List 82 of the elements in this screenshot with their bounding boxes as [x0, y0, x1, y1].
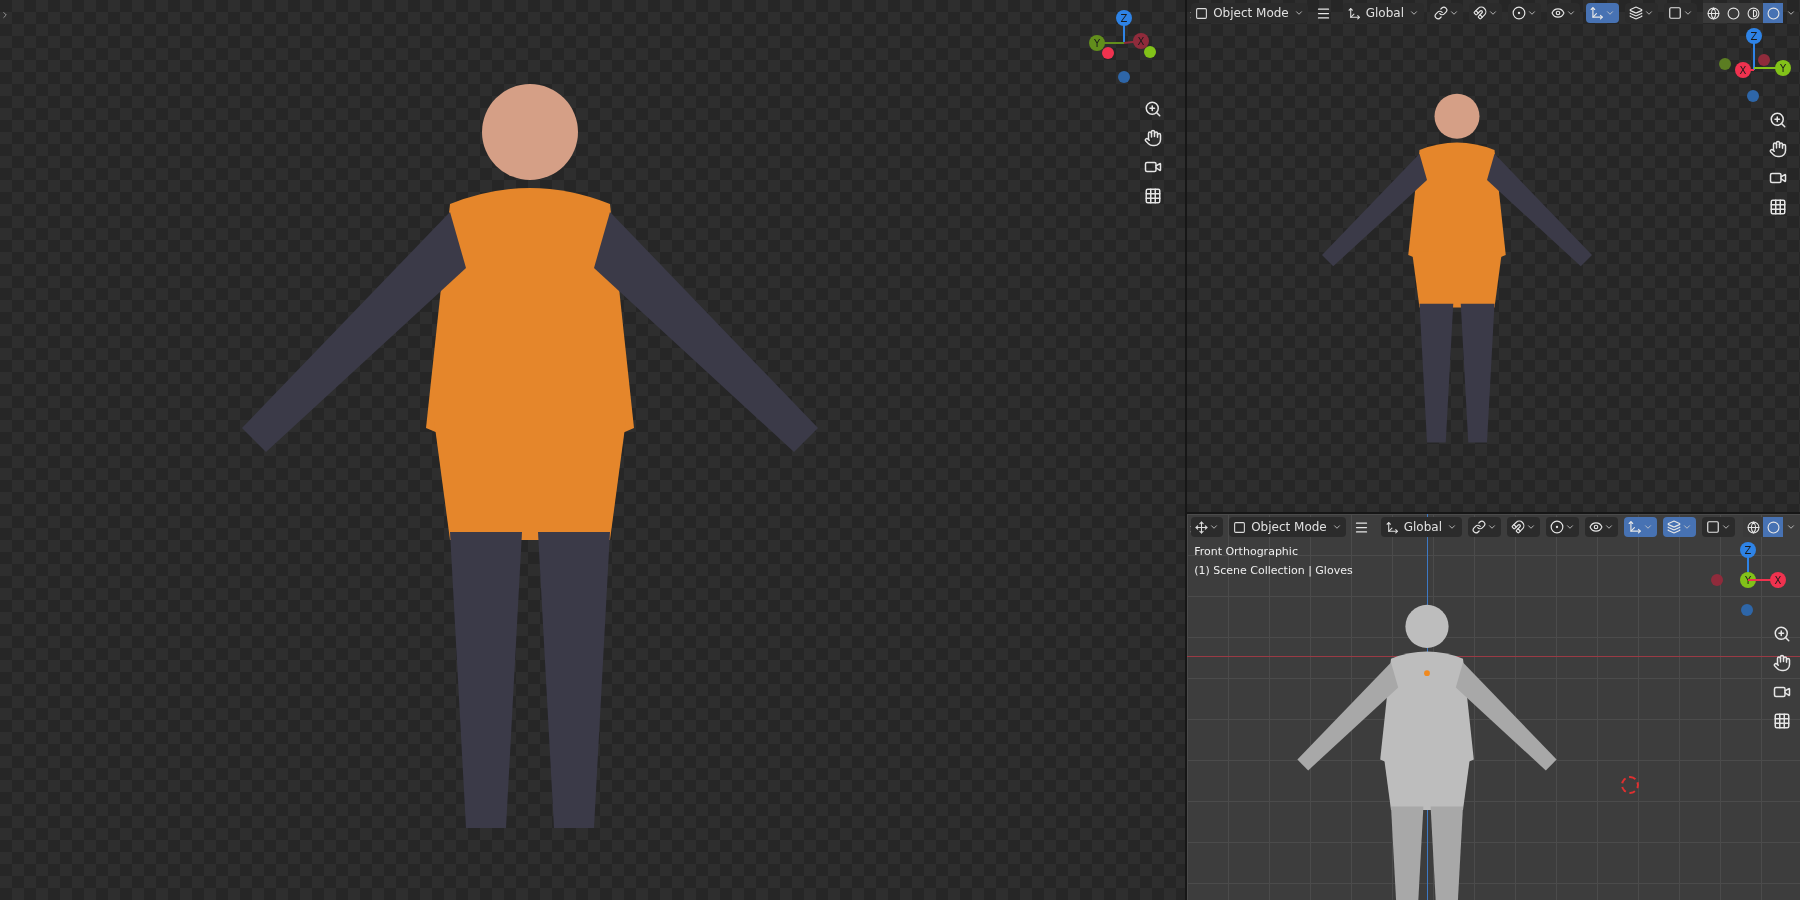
viewport[interactable]: Z Y X — [0, 0, 1186, 900]
pan-hand-icon[interactable] — [1768, 139, 1788, 159]
pan-hand-icon[interactable] — [1772, 653, 1792, 673]
square-icon — [1706, 520, 1720, 534]
circle-icon — [1766, 6, 1780, 20]
chevron-down-icon — [1682, 522, 1692, 532]
xray-button[interactable] — [1702, 517, 1735, 537]
pan-hand-icon[interactable] — [1143, 128, 1164, 148]
axis-gizmo[interactable]: Z X Y — [1706, 26, 1796, 106]
chevron-down-icon — [1683, 8, 1693, 18]
chevron-down-icon — [1331, 522, 1342, 532]
square-icon — [1195, 6, 1209, 20]
chevron-down-icon — [1786, 522, 1796, 532]
zoom-icon[interactable] — [1768, 110, 1788, 130]
material-shading-button[interactable] — [1743, 3, 1763, 23]
zoom-icon[interactable] — [1772, 624, 1792, 644]
editor-type-button[interactable] — [1191, 517, 1224, 537]
layers-icon — [1667, 520, 1681, 534]
pivot-button[interactable] — [1430, 3, 1463, 23]
eye-icon — [1589, 520, 1603, 534]
gizmos-button[interactable] — [1624, 517, 1657, 537]
visibility-button[interactable] — [1547, 3, 1580, 23]
overlays-button[interactable] — [1625, 3, 1658, 23]
chevron-down-icon — [1293, 8, 1304, 18]
magnet-icon — [1511, 520, 1525, 534]
chevron-down-icon — [1526, 522, 1536, 532]
proportional-button[interactable] — [1546, 517, 1579, 537]
viewport-info-text: Front Orthographic — [1194, 544, 1298, 560]
mode-dropdown[interactable]: Object Mode — [1191, 3, 1308, 23]
grid-icon[interactable] — [1772, 711, 1792, 731]
dot-circle-icon — [1550, 520, 1564, 534]
orientation-dropdown[interactable]: Global — [1380, 517, 1462, 537]
chevron-down-icon — [1786, 8, 1796, 18]
xray-button[interactable] — [1664, 3, 1697, 23]
circle-icon — [1726, 6, 1740, 20]
3d-cursor-icon — [1621, 776, 1640, 794]
chevron-down-icon — [1605, 8, 1615, 18]
chevron-down-icon — [1643, 522, 1653, 532]
arrows-icon — [1628, 520, 1642, 534]
chevron-down-icon — [1449, 8, 1459, 18]
arrows-icon — [1590, 6, 1604, 20]
half-circle-icon — [1746, 6, 1760, 20]
link-icon — [1434, 6, 1448, 20]
grid-icon[interactable] — [1143, 186, 1164, 206]
chevron-down-icon — [1409, 8, 1419, 18]
eye-icon — [1551, 6, 1565, 20]
axes-icon — [1347, 6, 1361, 20]
chevron-down-icon — [1566, 8, 1576, 18]
link-icon — [1472, 520, 1486, 534]
axis-gizmo[interactable]: Z Y X — [1081, 5, 1172, 95]
chevron-down-icon — [1644, 8, 1654, 18]
wireframe-shading-button[interactable] — [1703, 3, 1723, 23]
square-icon — [1668, 6, 1682, 20]
grid-icon[interactable] — [1768, 197, 1788, 217]
chevron-down-icon — [1721, 522, 1731, 532]
chevron-down-icon — [1527, 8, 1537, 18]
pivot-button[interactable] — [1468, 517, 1501, 537]
mode-dropdown[interactable]: Object Mode — [1229, 517, 1346, 537]
viewport-info-text: (1) Scene Collection | Gloves — [1194, 562, 1353, 579]
axes-icon — [1385, 520, 1399, 534]
magnet-icon — [1473, 6, 1487, 20]
sidebar-toggle-icon[interactable] — [0, 10, 10, 20]
square-icon — [1233, 520, 1247, 534]
chevron-down-icon — [1604, 522, 1614, 532]
layers-icon — [1629, 6, 1643, 20]
globe-icon — [1746, 520, 1760, 534]
chevron-down-icon — [1487, 522, 1497, 532]
dot-circle-icon — [1512, 6, 1526, 20]
proportional-button[interactable] — [1508, 3, 1541, 23]
gizmos-button[interactable] — [1586, 3, 1619, 23]
chevron-down-icon — [1447, 522, 1457, 532]
visibility-button[interactable] — [1585, 517, 1618, 537]
chevron-down-icon — [1565, 522, 1575, 532]
snap-button[interactable] — [1469, 3, 1502, 23]
chevron-down-icon — [1209, 522, 1220, 532]
circle-icon — [1766, 520, 1780, 534]
orientation-dropdown[interactable]: Global — [1342, 3, 1424, 23]
globe-icon — [1706, 6, 1720, 20]
chevron-down-icon — [1488, 8, 1498, 18]
viewport[interactable]: Object Mode Global Z X Y — [1187, 0, 1800, 512]
snap-button[interactable] — [1507, 517, 1540, 537]
move-arrows-icon — [1195, 520, 1209, 534]
